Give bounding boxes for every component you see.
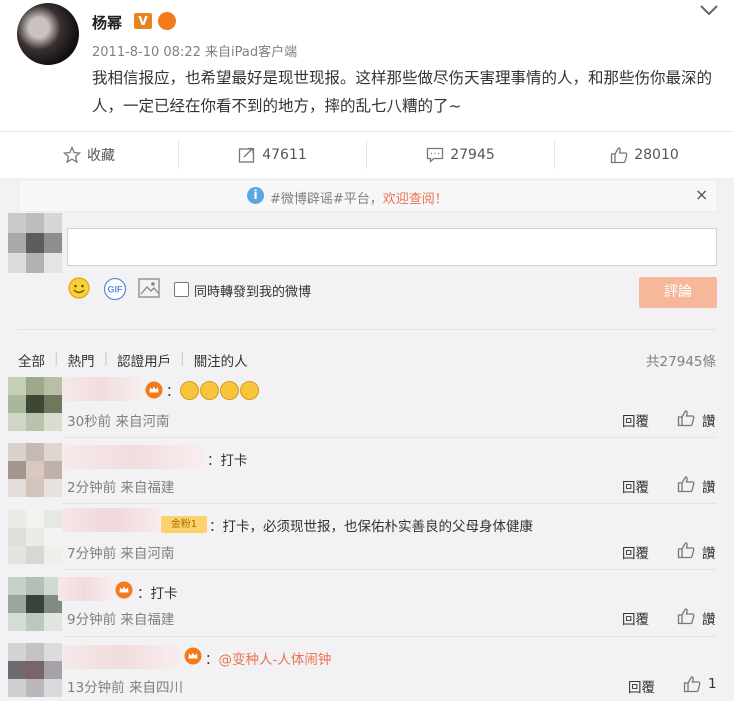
tab-separator: | [180, 350, 185, 366]
like-label[interactable]: 讚 [702, 542, 716, 562]
reply-button[interactable]: 回覆 [622, 608, 649, 628]
chevron-down-icon[interactable] [698, 0, 720, 20]
thumbs-up-icon [611, 147, 628, 164]
commenter-avatar[interactable] [8, 643, 62, 697]
repost-count: 47611 [262, 147, 307, 163]
my-avatar[interactable] [8, 213, 62, 273]
like-count: 28010 [634, 147, 679, 163]
post-meta: 2011-8-10 08:22 来自iPad客户端 [92, 41, 297, 60]
commenter-name[interactable] [62, 377, 142, 401]
comment-time: 30秒前 来自河南 [67, 414, 170, 430]
thumbs-up-icon[interactable] [677, 409, 695, 427]
repost-button[interactable]: 47611 [179, 132, 366, 178]
submit-comment-button[interactable]: 評論 [639, 277, 717, 308]
commenter-name[interactable] [62, 508, 160, 532]
fan-level-badge[interactable]: 金粉1 [161, 516, 207, 533]
like-label[interactable]: 讚 [702, 476, 716, 496]
tab-all[interactable]: 全部 [18, 350, 45, 370]
comment-icon [427, 147, 444, 163]
like-label[interactable]: 讚 [702, 410, 716, 430]
emoji-icon[interactable] [68, 277, 90, 299]
action-bar: 收藏 47611 27945 28010 [0, 132, 734, 178]
divider [62, 569, 716, 570]
favorite-button[interactable]: 收藏 [0, 132, 178, 178]
reply-button[interactable]: 回覆 [622, 410, 649, 430]
commenter-name[interactable] [62, 645, 180, 669]
comment-text: ：打卡 [137, 586, 178, 602]
thumbs-up-icon[interactable] [677, 541, 695, 559]
comment-count: 27945 [450, 147, 495, 163]
divider [62, 437, 716, 438]
tab-hot[interactable]: 熱門 [68, 350, 95, 370]
info-icon: i [247, 187, 264, 204]
tab-separator: | [103, 350, 109, 366]
gif-label: GIF [108, 285, 124, 295]
member-crown-icon [184, 647, 202, 665]
reply-button[interactable]: 回覆 [628, 676, 655, 696]
comment-text: ：@变种人-人体闹钟 [205, 648, 331, 668]
comment-text: ：打卡 [207, 453, 248, 469]
user-mention-link[interactable]: @变种人-人体闹钟 [219, 652, 332, 668]
author-avatar[interactable] [17, 3, 79, 65]
like-button[interactable]: 28010 [555, 132, 734, 178]
commenter-avatar[interactable] [8, 577, 62, 631]
commenter-name[interactable] [58, 577, 112, 601]
notice-welcome-link[interactable]: 欢迎查阅！ [383, 192, 448, 207]
comment-total: 共27945條 [646, 354, 716, 370]
thumbs-up-icon[interactable] [677, 607, 695, 625]
repost-checkbox-label[interactable]: 同時轉發到我的微博 [194, 281, 311, 300]
verified-badge-icon: V [134, 13, 152, 29]
thumbs-up-icon[interactable] [677, 475, 695, 493]
post-source: 来自iPad客户端 [205, 45, 298, 60]
comment-button[interactable]: 27945 [367, 132, 554, 178]
comment-text-value: ： [166, 384, 180, 400]
comment-time: 7分钟前 来自河南 [67, 546, 175, 562]
reply-button[interactable]: 回覆 [622, 476, 649, 496]
emoji-sticker-icon [239, 381, 259, 400]
comment-time: 2分钟前 来自福建 [67, 480, 175, 496]
tab-verified[interactable]: 認證用戶 [117, 350, 171, 370]
like-label[interactable]: 讚 [702, 608, 716, 628]
commenter-name[interactable] [62, 445, 204, 469]
thumbs-up-icon[interactable] [683, 675, 701, 693]
post-timestamp[interactable]: 2011-8-10 08:22 [92, 45, 201, 60]
image-icon[interactable] [138, 278, 160, 298]
comment-time: 9分钟前 来自福建 [67, 612, 175, 628]
comment-filter-tabs: 全部 | 熱門 | 認證用戶 | 關注的人 [18, 350, 248, 370]
tab-separator: | [54, 350, 59, 366]
emoji-sticker-icon [199, 381, 219, 400]
comment-text-value: ： [205, 652, 219, 668]
member-crown-icon [115, 581, 133, 599]
divider [62, 503, 716, 504]
repost-icon [239, 147, 255, 163]
reply-button[interactable]: 回覆 [622, 542, 649, 562]
post-content: 我相信报应，也希望最好是现世现报。这样那些做尽伤天害理事情的人，和那些伤你最深的… [92, 69, 713, 115]
divider [62, 636, 716, 637]
emoji-sticker-icon [219, 381, 239, 400]
divider [18, 329, 716, 330]
close-icon[interactable]: × [695, 185, 708, 204]
tab-following[interactable]: 關注的人 [194, 350, 248, 370]
notice-topic-link[interactable]: #微博辟谣#平台， [270, 192, 383, 207]
gif-icon[interactable]: GIF [103, 277, 127, 301]
commenter-avatar[interactable] [8, 510, 62, 564]
star-icon [63, 146, 81, 164]
commenter-avatar[interactable] [8, 443, 62, 497]
comment-time: 13分钟前 来自四川 [67, 680, 183, 696]
like-count[interactable]: 1 [708, 676, 717, 692]
comment-text: ： [166, 380, 260, 400]
comment-text: ：打卡，必须现世报，也保佑朴实善良的父母身体健康 [209, 519, 533, 535]
member-crown-icon [145, 381, 163, 399]
repost-checkbox[interactable] [174, 282, 189, 297]
comment-input[interactable] [67, 228, 717, 266]
member-crown-icon [158, 12, 176, 30]
emoji-sticker-icon [179, 381, 199, 400]
rumor-notice-bar: i #微博辟谣#平台，欢迎查阅！ × [18, 180, 718, 212]
commenter-avatar[interactable] [8, 377, 62, 431]
notice-text: #微博辟谣#平台，欢迎查阅！ [270, 188, 448, 207]
author-name[interactable]: 杨幂 [92, 12, 122, 33]
favorite-label: 收藏 [87, 148, 115, 164]
